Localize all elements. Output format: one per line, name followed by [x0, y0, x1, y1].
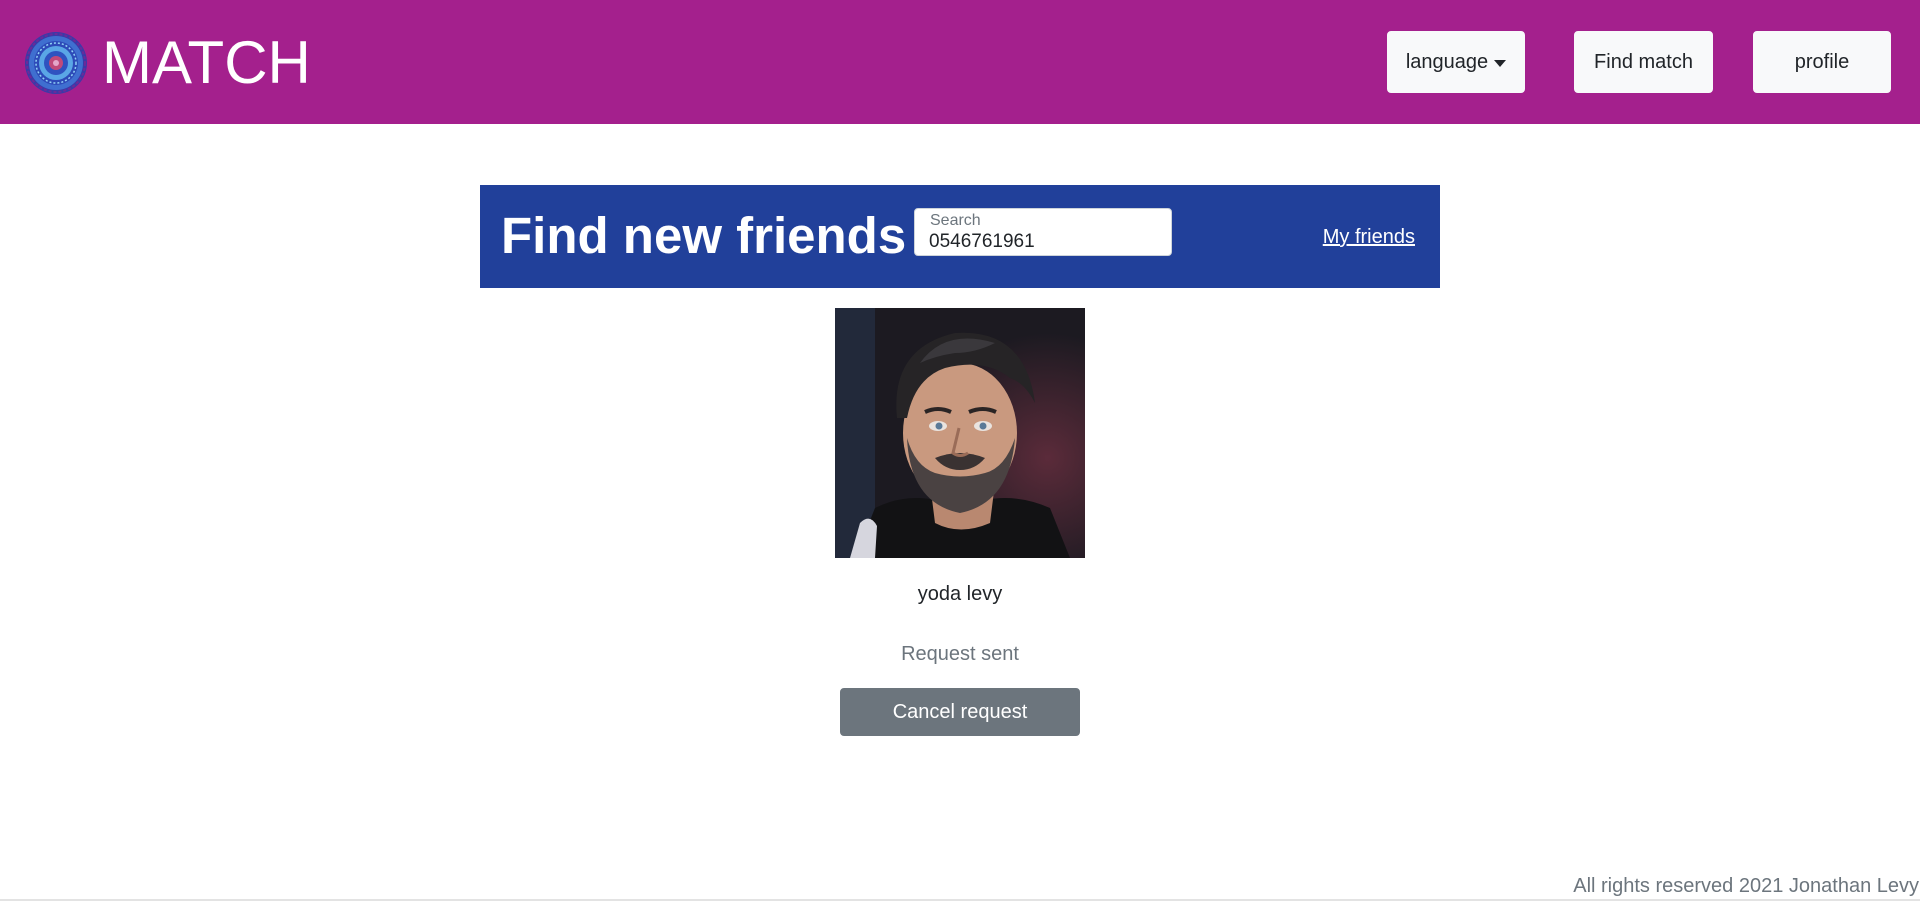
page-title: Find new friends: [501, 207, 907, 264]
search-input[interactable]: [929, 231, 1159, 253]
find-friends-bar: Find new friends Search My friends: [480, 185, 1440, 288]
find-match-label: Find match: [1594, 50, 1693, 73]
brand-title: MATCH: [102, 29, 311, 96]
person-name: yoda levy: [917, 583, 1003, 605]
top-navbar: MATCH language Find match profile: [0, 0, 1920, 124]
search-field[interactable]: Search: [914, 208, 1172, 256]
find-match-button[interactable]: Find match: [1574, 31, 1713, 93]
search-floating-label: Search: [930, 212, 981, 229]
mandala-logo-icon: [25, 32, 87, 94]
profile-photo[interactable]: [835, 308, 1085, 558]
brand[interactable]: MATCH: [24, 30, 311, 96]
cancel-request-label: Cancel request: [892, 700, 1028, 723]
request-status: Request sent: [901, 643, 1019, 665]
search-result-card: yoda levy Request sent Cancel request: [835, 308, 1085, 736]
footer-copyright: All rights reserved 2021 Jonathan Levy: [1573, 875, 1919, 897]
profile-button[interactable]: profile: [1753, 31, 1891, 93]
caret-down-icon: [1494, 59, 1507, 67]
profile-label: profile: [1794, 50, 1850, 73]
language-label: language: [1405, 50, 1489, 73]
language-dropdown-button[interactable]: language: [1387, 31, 1525, 93]
my-friends-link[interactable]: My friends: [1323, 226, 1415, 249]
cancel-request-button[interactable]: Cancel request: [840, 688, 1080, 736]
